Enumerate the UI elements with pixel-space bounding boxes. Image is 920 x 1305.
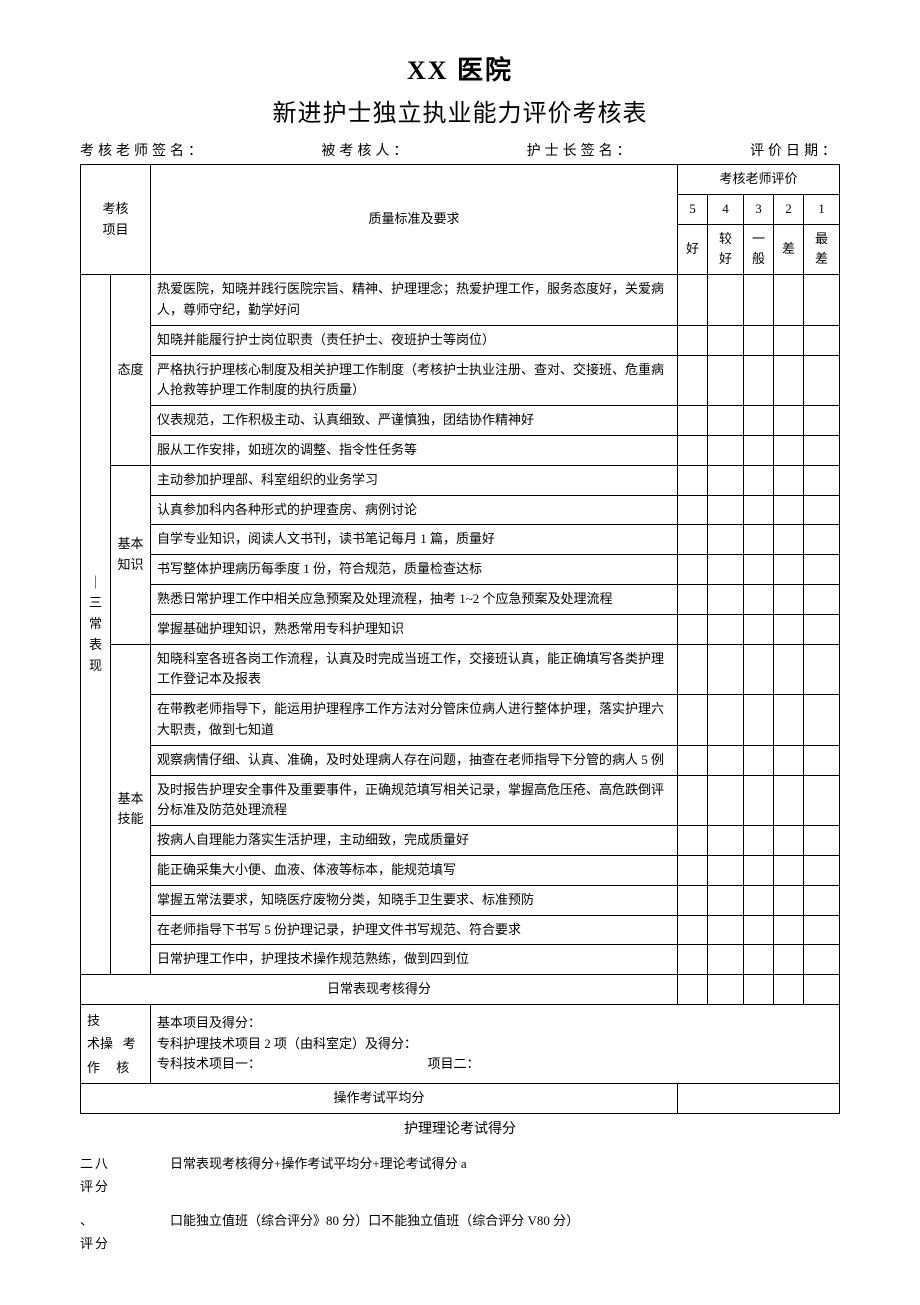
hdr-5t: 好 bbox=[678, 224, 708, 275]
bottom-label2: 、 评分 bbox=[80, 1209, 140, 1256]
row-skill-6: 掌握五常法要求，知晓医疗废物分类，知晓手卫生要求、标准预防 bbox=[151, 885, 678, 915]
hdr-1n: 1 bbox=[804, 194, 840, 224]
hdr-eval: 考核老师评价 bbox=[678, 165, 840, 195]
row-skill-3: 及时报告护理安全事件及重要事件，正确规范填写相关记录，掌握高危压疮、高危跌倒评分… bbox=[151, 775, 678, 826]
signature-line: 考核老师签名： 被考核人： 护士长签名： 评价日期： bbox=[80, 140, 840, 160]
row-skill-0: 知晓科室各班各岗工作流程，认真及时完成当班工作，交接班认真，能正确填写各类护理工… bbox=[151, 644, 678, 695]
bottom-text1: 日常表现考核得分+操作考试平均分+理论考试得分 a bbox=[140, 1152, 840, 1199]
tech-l1: 基本项目及得分： bbox=[157, 1013, 833, 1034]
evaluation-table: 考核 项目 质量标准及要求 考核老师评价 5 4 3 2 1 好 较好 一 般 … bbox=[80, 164, 840, 1114]
hdr-standard: 质量标准及要求 bbox=[151, 165, 678, 275]
row-know-4: 熟悉日常护理工作中相关应急预案及处理流程，抽考 1~2 个应急预案及处理流程 bbox=[151, 584, 678, 614]
bottom-label1: 二八 评分 bbox=[80, 1152, 140, 1199]
row-att-1: 知晓并能履行护士岗位职责（责任护士、夜班护士等岗位） bbox=[151, 325, 678, 355]
theory-score-label: 护理理论考试得分 bbox=[80, 1118, 840, 1138]
examiner-sig-label: 考核老师签名： bbox=[80, 140, 206, 160]
hdr-2t: 差 bbox=[774, 224, 804, 275]
tech-l3b: 项目二： bbox=[428, 1056, 480, 1071]
headnurse-sig-label: 护士长签名： bbox=[527, 140, 635, 160]
row-know-2: 自学专业知识，阅读人文书刊，读书笔记每月 1 篇，质量好 bbox=[151, 525, 678, 555]
bottom-block: 二八 评分 日常表现考核得分+操作考试平均分+理论考试得分 a 、 评分 口能独… bbox=[80, 1152, 840, 1256]
hdr-3n: 3 bbox=[744, 194, 774, 224]
hdr-5n: 5 bbox=[678, 194, 708, 224]
row-know-3: 书写整体护理病历每季度 1 份，符合规范，质量检查达标 bbox=[151, 555, 678, 585]
hdr-4t: 较好 bbox=[708, 224, 744, 275]
hospital-title: XX 医院 bbox=[80, 50, 840, 87]
sub-skill: 基本 技能 bbox=[111, 644, 151, 975]
sub-knowledge: 基本 知识 bbox=[111, 465, 151, 644]
tech-lines: 基本项目及得分： 专科护理技术项目 2 项（由科室定）及得分： 专科技术项目一：… bbox=[151, 1004, 840, 1083]
row-know-1: 认真参加科内各种形式的护理查房、病例讨论 bbox=[151, 495, 678, 525]
tech-l2: 专科护理技术项目 2 项（由科室定）及得分： bbox=[157, 1034, 833, 1055]
hdr-4n: 4 bbox=[708, 194, 744, 224]
hdr-3t: 一 般 bbox=[744, 224, 774, 275]
row-skill-2: 观察病情仔细、认真、准确，及时处理病人存在问题，抽查在老师指导下分管的病人 5 … bbox=[151, 745, 678, 775]
row-skill-4: 按病人自理能力落实生活护理，主动细致，完成质量好 bbox=[151, 826, 678, 856]
sub-attitude: 态度 bbox=[111, 275, 151, 466]
row-att-4: 服从工作安排，如班次的调整、指令性任务等 bbox=[151, 435, 678, 465]
tech-exam-label: 技 术操 考 作 核 bbox=[81, 1004, 151, 1083]
row-skill-1: 在带教老师指导下，能运用护理程序工作方法对分管床位病人进行整体护理，落实护理六大… bbox=[151, 695, 678, 746]
hdr-project: 考核 项目 bbox=[81, 165, 151, 275]
row-att-0: 热爱医院，知晓并践行医院宗旨、精神、护理理念；热爱护理工作，服务态度好，关爱病人… bbox=[151, 275, 678, 326]
tech-l3a: 专科技术项目一： bbox=[157, 1056, 261, 1071]
row-skill-5: 能正确采集大小便、血液、体液等标本，能规范填写 bbox=[151, 855, 678, 885]
form-title: 新进护士独立执业能力评价考核表 bbox=[80, 93, 840, 128]
row-att-3: 仪表规范，工作积极主动、认真细致、严谨慎独，团结协作精神好 bbox=[151, 406, 678, 436]
eval-date-label: 评价日期： bbox=[750, 140, 840, 160]
bottom-text2: 口能独立值班（综合评分》80 分）口不能独立值班（综合评分 V80 分） bbox=[140, 1209, 840, 1256]
cat-daily: ｜三 常表 现 bbox=[81, 275, 111, 975]
daily-score-label: 日常表现考核得分 bbox=[81, 975, 678, 1005]
examinee-label: 被考核人： bbox=[321, 140, 411, 160]
row-att-2: 严格执行护理核心制度及相关护理工作制度（考核护士执业注册、查对、交接班、危重病人… bbox=[151, 355, 678, 406]
row-know-0: 主动参加护理部、科室组织的业务学习 bbox=[151, 465, 678, 495]
row-know-5: 掌握基础护理知识，熟悉常用专科护理知识 bbox=[151, 614, 678, 644]
op-avg-label: 操作考试平均分 bbox=[81, 1084, 678, 1114]
row-skill-8: 日常护理工作中，护理技术操作规范熟练，做到四到位 bbox=[151, 945, 678, 975]
row-skill-7: 在老师指导下书写 5 份护理记录，护理文件书写规范、符合要求 bbox=[151, 915, 678, 945]
hdr-2n: 2 bbox=[774, 194, 804, 224]
hdr-1t: 最差 bbox=[804, 224, 840, 275]
